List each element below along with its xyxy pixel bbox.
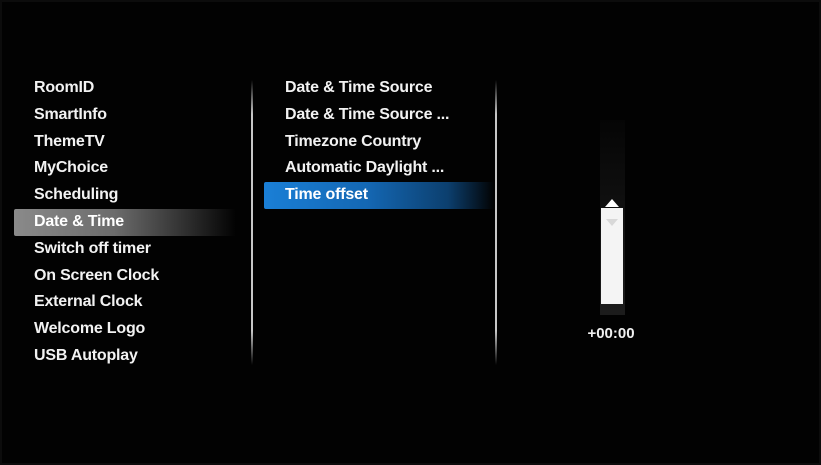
- menu-item-date-time[interactable]: Date & Time: [14, 208, 236, 236]
- menu-item-switch-off-timer[interactable]: Switch off timer: [14, 236, 250, 263]
- column-divider: [495, 80, 497, 365]
- menu-item-mychoice[interactable]: MyChoice: [14, 155, 250, 182]
- main-settings-menu: RoomID SmartInfo ThemeTV MyChoice Schedu…: [14, 75, 250, 370]
- submenu-item-date-time-source-2[interactable]: Date & Time Source ...: [264, 102, 494, 129]
- arrow-up-icon[interactable]: [605, 199, 619, 207]
- menu-item-roomid[interactable]: RoomID: [14, 75, 250, 102]
- column-divider: [251, 80, 253, 365]
- submenu-item-automatic-daylight[interactable]: Automatic Daylight ...: [264, 155, 494, 182]
- menu-item-themetv[interactable]: ThemeTV: [14, 129, 250, 156]
- menu-item-welcome-logo[interactable]: Welcome Logo: [14, 316, 250, 343]
- menu-item-on-screen-clock[interactable]: On Screen Clock: [14, 263, 250, 290]
- menu-item-usb-autoplay[interactable]: USB Autoplay: [14, 343, 250, 370]
- arrow-down-icon[interactable]: [606, 219, 618, 226]
- date-time-submenu: Date & Time Source Date & Time Source ..…: [264, 75, 494, 209]
- tv-menu-screen: RoomID SmartInfo ThemeTV MyChoice Schedu…: [0, 0, 821, 465]
- submenu-item-timezone-country[interactable]: Timezone Country: [264, 129, 494, 156]
- menu-item-external-clock[interactable]: External Clock: [14, 289, 250, 316]
- time-offset-value: +00:00: [587, 325, 635, 342]
- menu-item-smartinfo[interactable]: SmartInfo: [14, 102, 250, 129]
- submenu-item-date-time-source[interactable]: Date & Time Source: [264, 75, 494, 102]
- submenu-item-time-offset[interactable]: Time offset: [264, 182, 494, 209]
- menu-item-scheduling[interactable]: Scheduling: [14, 182, 250, 209]
